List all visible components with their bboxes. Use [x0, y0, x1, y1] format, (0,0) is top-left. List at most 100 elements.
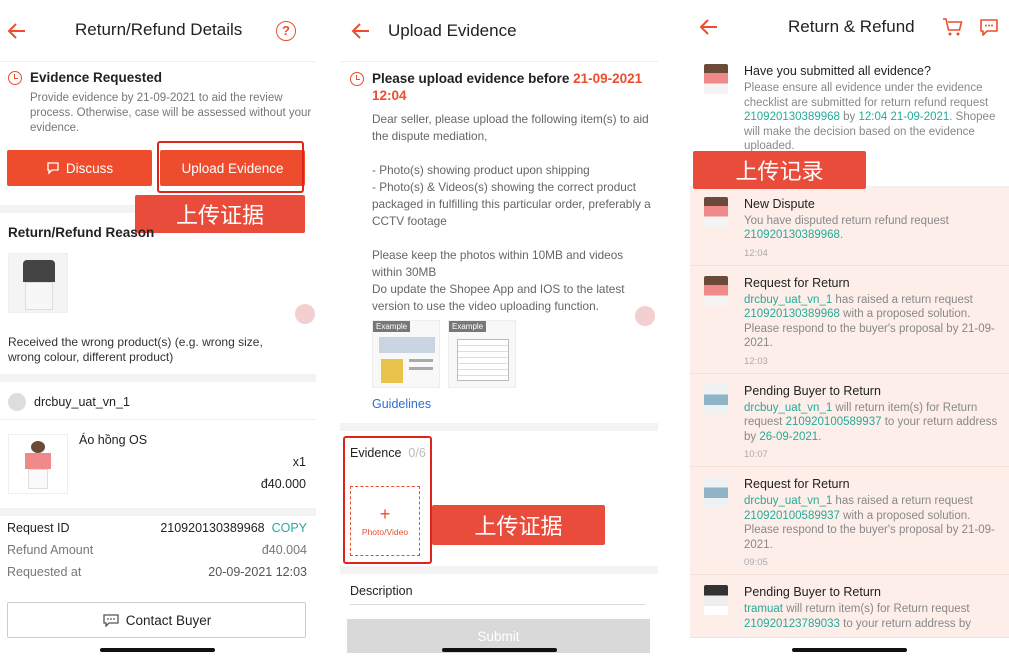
- copy-button[interactable]: COPY: [272, 521, 307, 535]
- notification-body: Please ensure all evidence under the evi…: [744, 81, 999, 154]
- chat-bubble-icon: [47, 162, 59, 175]
- product-image: [8, 253, 68, 313]
- reason-title: Return/Refund Reason: [8, 225, 155, 240]
- header: Return/Refund Details ?: [0, 0, 316, 62]
- home-indicator: [442, 648, 557, 652]
- back-arrow-icon[interactable]: [350, 20, 372, 42]
- example-image-2[interactable]: Example: [448, 320, 516, 388]
- notification-text: has raised a return request: [832, 293, 973, 306]
- refund-amount-value: đ40.004: [261, 543, 307, 557]
- product-thumbnail: [704, 477, 728, 507]
- notification-time: 12:04: [744, 247, 768, 259]
- notification-item[interactable]: Pending Buyer to Return tramuat will retu…: [690, 575, 1009, 638]
- notification-link[interactable]: 210920130389968: [744, 111, 840, 123]
- notification-list: Have you submitted all evidence? Please e…: [690, 54, 1009, 638]
- chat-icon[interactable]: [978, 17, 1000, 37]
- notification-title: Have you submitted all evidence?: [744, 64, 931, 78]
- product-thumbnail: [704, 275, 728, 306]
- notification-text: .: [839, 229, 844, 241]
- product-thumbnail: [704, 64, 728, 94]
- notification-item[interactable]: Pending Buyer to Return drcbuy_uat_vn_1 w…: [690, 373, 1009, 467]
- buyer-row[interactable]: drcbuy_uat_vn_1: [8, 393, 130, 411]
- watermark-icon: [295, 304, 315, 324]
- back-arrow-icon[interactable]: [6, 20, 28, 42]
- page-title: Return/Refund Details: [75, 20, 243, 39]
- requested-at-row: Requested at 20-09-2021 12:03: [7, 561, 307, 583]
- notification-link[interactable]: 210920123789033: [744, 618, 840, 630]
- notification-link[interactable]: 210920100589937: [744, 510, 840, 522]
- product-thumbnail: [704, 383, 728, 414]
- notification-item[interactable]: Request for Return drcbuy_uat_vn_1 has ra…: [690, 265, 1009, 374]
- guidelines-link[interactable]: Guidelines: [372, 397, 431, 411]
- product-thumbnail: [704, 585, 728, 615]
- watermark-icon: [635, 306, 655, 326]
- reason-text: Received the wrong product(s) (e.g. wron…: [8, 335, 263, 364]
- notification-text: .: [818, 430, 822, 443]
- description-input[interactable]: [350, 604, 646, 618]
- notification-item[interactable]: Request for Return drcbuy_uat_vn_1 has ra…: [690, 467, 1009, 575]
- notification-body: You have disputed return refund request …: [744, 214, 999, 243]
- instruction-line: Please keep the photos within 10MB and v…: [372, 248, 624, 279]
- notification-link[interactable]: drcbuy_uat_vn_1: [744, 294, 832, 306]
- description-label: Description: [350, 584, 413, 598]
- header: Return & Refund: [690, 0, 1009, 54]
- example-image-1[interactable]: Example: [372, 320, 440, 388]
- highlight-box: [343, 436, 432, 564]
- annotation-label: 上传证据: [135, 195, 305, 233]
- notification-title: Pending Buyer to Return: [744, 585, 881, 599]
- deadline-date: 21-09-2021: [573, 71, 643, 86]
- product-thumbnail: [704, 196, 728, 227]
- back-arrow-icon[interactable]: [698, 16, 720, 38]
- evidence-title: Evidence Requested: [30, 70, 163, 85]
- notification-time: 12:03: [744, 355, 768, 367]
- notification-body: drcbuy_uat_vn_1 has raised a return requ…: [744, 494, 999, 552]
- notification-link[interactable]: drcbuy_uat_vn_1: [744, 495, 832, 507]
- notification-title: Pending Buyer to Return: [744, 383, 881, 398]
- avatar: [8, 393, 26, 411]
- discuss-button[interactable]: Discuss: [7, 150, 152, 186]
- discuss-label: Discuss: [65, 160, 114, 176]
- product-name: Áo hồng OS: [79, 433, 148, 447]
- notification-body: drcbuy_uat_vn_1 will return item(s) for …: [744, 401, 999, 445]
- buyer-name: drcbuy_uat_vn_1: [34, 395, 130, 409]
- deadline-prefix: Please upload evidence before: [372, 71, 574, 86]
- instruction-line: - Photo(s) showing product upon shipping: [372, 163, 590, 177]
- notification-item[interactable]: New Dispute You have disputed return refu…: [690, 186, 1009, 266]
- notification-text: has raised a return request: [832, 495, 973, 507]
- home-indicator: [100, 648, 215, 652]
- request-id-label: Request ID: [7, 521, 70, 535]
- request-id-row: Request ID 210920130389968 COPY: [7, 517, 307, 539]
- notification-link[interactable]: tramuat: [744, 603, 783, 615]
- instruction-line: Dear seller, please upload the following…: [372, 112, 649, 143]
- notification-link[interactable]: drcbuy_uat_vn_1: [744, 402, 832, 414]
- clock-icon: [8, 70, 22, 85]
- annotation-label: 上传证据: [432, 505, 605, 545]
- notification-time: 10:07: [744, 449, 768, 460]
- cart-icon[interactable]: [942, 17, 964, 37]
- refund-amount-row: Refund Amount đ40.004: [7, 539, 307, 561]
- notification-link[interactable]: 210920130389968: [744, 308, 840, 320]
- page-title: Return & Refund: [788, 17, 915, 36]
- notification-text: Please ensure all evidence under the evi…: [744, 82, 989, 109]
- return-refund-details-screen: Return/Refund Details ? Evidence Request…: [0, 0, 316, 658]
- instruction-line: Do update the Shopee App and IOS to the …: [372, 282, 625, 313]
- product-thumbnail: [8, 434, 68, 494]
- notification-title: Request for Return: [744, 477, 850, 491]
- page-title: Upload Evidence: [388, 21, 517, 40]
- notification-title: Request for Return: [744, 275, 850, 290]
- notification-link[interactable]: 26-09-2021: [759, 431, 818, 443]
- notification-body: tramuat will return item(s) for Return r…: [744, 602, 999, 631]
- deadline-heading: Please upload evidence before 21-09-2021…: [372, 70, 652, 104]
- notification-link[interactable]: 210920130389968: [744, 229, 840, 241]
- notification-link[interactable]: 12:04 21-09-2021: [858, 111, 949, 123]
- notification-title: New Dispute: [744, 196, 815, 211]
- product-price: đ40.000: [260, 477, 306, 491]
- refund-amount-label: Refund Amount: [7, 543, 94, 557]
- contact-buyer-button[interactable]: Contact Buyer: [7, 602, 306, 638]
- example-tag: Example: [373, 321, 411, 332]
- notification-link[interactable]: 210920100589937: [786, 416, 882, 428]
- notification-text: You have disputed return refund request: [744, 214, 949, 227]
- help-icon[interactable]: ?: [276, 21, 296, 41]
- instructions: Dear seller, please upload the following…: [372, 111, 652, 315]
- annotation-label: 上传记录: [693, 151, 866, 189]
